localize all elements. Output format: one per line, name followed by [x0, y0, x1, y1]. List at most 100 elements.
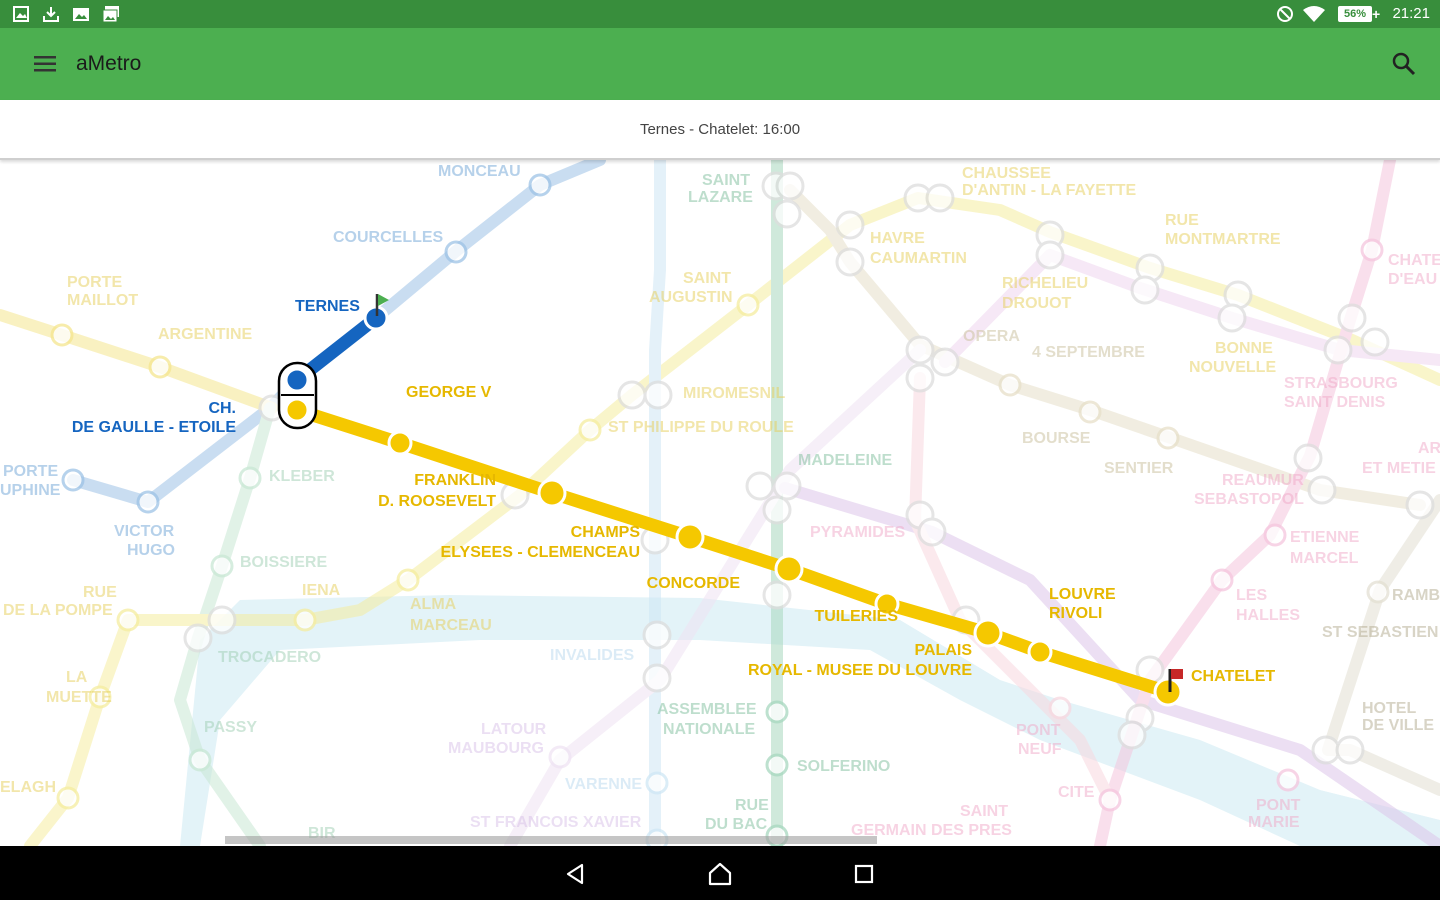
label-ternes: TERNES [295, 298, 360, 315]
horizontal-scrollbar[interactable] [225, 836, 877, 844]
status-bar: 56% + 21:21 [0, 0, 1440, 28]
wifi-icon [1303, 6, 1325, 22]
label-la-muette-2: MUETTE [46, 689, 112, 706]
label-alma-1: ALMA [410, 596, 457, 613]
label-tuileries: TUILERIES [814, 608, 898, 625]
label-invalides: INVALIDES [550, 647, 634, 664]
station-concorde[interactable] [774, 554, 804, 584]
label-champs-2: ELYSEES - CLEMENCEAU [441, 544, 640, 561]
label-hotel-ville-2: DE VILLE [1362, 717, 1434, 734]
image-icon [13, 6, 29, 22]
label-latour-2: MAUBOURG [448, 740, 544, 757]
label-rue-du-bac-1: RUE [735, 797, 769, 814]
label-etoile-2: DE GAULLE - ETOILE [72, 419, 236, 436]
search-icon[interactable] [1390, 50, 1418, 78]
battery-icon: 56% [1338, 6, 1372, 22]
label-concorde: CONCORDE [647, 575, 741, 592]
label-la-muette-1: LA [66, 669, 88, 686]
label-monceau: MONCEAU [438, 163, 521, 180]
label-rue-pompe-2: DE LA POMPE [3, 602, 113, 619]
label-palais-1: PALAIS [915, 642, 973, 659]
station-champs-elysees[interactable] [675, 522, 705, 552]
clock: 21:21 [1392, 5, 1430, 22]
label-etienne-1: ETIENNE [1290, 529, 1360, 546]
label-hotel-ville-1: HOTEL [1362, 700, 1416, 717]
label-chatelet: CHATELET [1191, 668, 1275, 685]
app-title: aMetro [76, 52, 142, 75]
label-ranelagh: ELAGH [0, 779, 56, 796]
route-summary: Ternes - Chatelet: 16:00 [639, 121, 801, 138]
label-cite: CITE [1058, 784, 1095, 801]
label-palais-2: ROYAL - MUSEE DU LOUVRE [748, 662, 972, 679]
seine-river [180, 595, 1440, 846]
label-havre-1: HAVRE [870, 230, 925, 247]
recents-square-icon[interactable] [850, 860, 878, 888]
battery-charging-icon: + [1372, 6, 1381, 22]
label-rue-du-bac-2: DU BAC [705, 816, 768, 833]
label-bonne-1: BONNE [1215, 340, 1273, 357]
label-franklin-2: D. ROOSEVELT [378, 493, 496, 510]
label-varenne: VARENNE [565, 776, 642, 793]
label-saint-augustin-1: SAINT [683, 270, 731, 287]
label-iena: IENA [302, 582, 341, 599]
label-sentier: SENTIER [1104, 460, 1174, 477]
label-reaumur-2: SEBASTOPOL [1194, 491, 1304, 508]
label-chaussee-2: D'ANTIN - LA FAYETTE [962, 182, 1137, 199]
label-porte-dauphine-1: PORTE [3, 463, 58, 480]
label-louvre-1: LOUVRE [1049, 586, 1116, 603]
label-franklin-1: FRANKLIN [414, 472, 496, 489]
label-porte-maillot-1: PORTE [67, 274, 122, 291]
label-richelieu-2: DROUOT [1002, 295, 1072, 312]
label-quatre-septembre: 4 SEPTEMBRE [1032, 344, 1145, 361]
label-st-sebastien: ST SEBASTIEN [1322, 624, 1438, 641]
label-st-francois: ST FRANCOIS XAVIER [470, 814, 642, 831]
label-strasbourg-1: STRASBOURG [1284, 375, 1398, 392]
label-miromesnil: MIROMESNIL [683, 385, 785, 402]
do-not-disturb-icon [1277, 6, 1293, 22]
label-reaumur-1: REAUMUR [1222, 472, 1304, 489]
label-solferino: SOLFERINO [797, 758, 890, 775]
label-porte-dauphine-2: UPHINE [0, 482, 61, 499]
station-franklin-roosevelt[interactable] [537, 478, 567, 508]
label-saint-lazare-1: SAINT [702, 172, 750, 189]
station-etoile-line2[interactable] [284, 367, 310, 393]
label-chateau-1: CHATE [1388, 252, 1440, 269]
label-pont-neuf-1: PONT [1016, 722, 1061, 739]
label-etienne-2: MARCEL [1290, 550, 1359, 567]
label-etoile-1: CH. [208, 400, 236, 417]
app-bar: aMetro [0, 28, 1440, 100]
label-pont-marie-1: PONT [1256, 797, 1301, 814]
label-rue-pompe-1: RUE [83, 584, 117, 601]
label-arts-2: ET METIE [1362, 460, 1436, 477]
label-strasbourg-2: SAINT DENIS [1284, 394, 1386, 411]
label-latour-1: LATOUR [481, 721, 547, 738]
label-porte-maillot-2: MAILLOT [67, 292, 138, 309]
label-saint-augustin-2: AUGUSTIN [649, 289, 733, 306]
home-icon[interactable] [706, 860, 734, 888]
label-victor-1: VICTOR [114, 523, 175, 540]
background-stations [50, 171, 1435, 846]
metro-map[interactable]: TERNES CH. DE GAULLE - ETOILE GEORGE V F… [0, 160, 1440, 846]
label-les-halles-1: LES [1236, 587, 1267, 604]
label-pont-marie-2: MARIE [1248, 814, 1300, 831]
gallery-icon [73, 8, 89, 21]
label-george-v: GEORGE V [406, 384, 492, 401]
back-triangle-icon[interactable] [562, 860, 590, 888]
label-rue-montmartre-2: MONTMARTRE [1165, 231, 1281, 248]
station-etoile-line1[interactable] [284, 397, 310, 423]
station-louvre-rivoli[interactable] [1027, 639, 1053, 665]
label-kleber: KLEBER [269, 468, 335, 485]
label-passy: PASSY [204, 719, 257, 736]
hamburger-menu-icon[interactable] [30, 50, 60, 78]
metro-map-canvas[interactable]: TERNES CH. DE GAULLE - ETOILE GEORGE V F… [0, 160, 1440, 846]
label-rambuteau: RAMB [1392, 587, 1440, 604]
label-chateau-2: D'EAU [1388, 271, 1437, 288]
station-chatelet[interactable] [1153, 677, 1183, 707]
label-bourse: BOURSE [1022, 430, 1091, 447]
label-saint-lazare-2: LAZARE [688, 189, 753, 206]
station-palais-royal[interactable] [973, 618, 1003, 648]
label-les-halles-2: HALLES [1236, 607, 1300, 624]
station-george-v[interactable] [387, 430, 413, 456]
label-assemblee-1: ASSEMBLEE [657, 701, 757, 718]
label-victor-2: HUGO [127, 542, 175, 559]
